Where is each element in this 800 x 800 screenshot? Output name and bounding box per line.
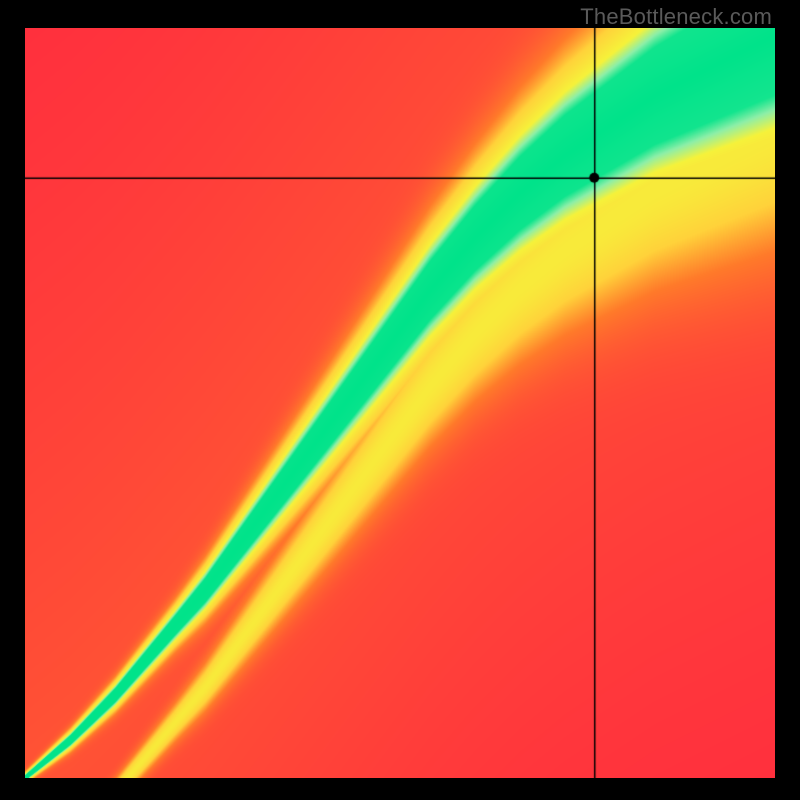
chart-container: TheBottleneck.com (0, 0, 800, 800)
watermark-text: TheBottleneck.com (580, 4, 772, 30)
heatmap-plot (25, 28, 775, 778)
heatmap-canvas (25, 28, 775, 778)
